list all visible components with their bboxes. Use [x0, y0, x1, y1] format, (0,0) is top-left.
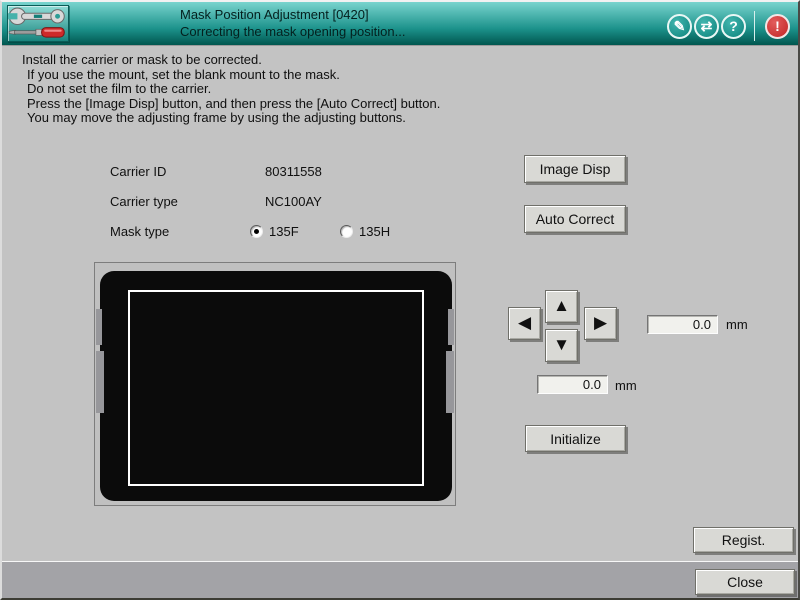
right-arrow-icon: ▶	[594, 313, 607, 333]
left-arrow-icon: ◀	[518, 313, 531, 333]
carrier-notch	[96, 309, 102, 345]
carrier-notch	[446, 351, 454, 413]
left-right-arrows-icon: ⇄	[701, 19, 713, 33]
adjust-down-button[interactable]: ▼	[545, 329, 578, 362]
carrier-notch	[96, 351, 104, 413]
image-disp-button[interactable]: Image Disp	[524, 155, 626, 183]
vertical-offset-input[interactable]	[537, 375, 608, 394]
header-buttons: ✎ ⇄ ? !	[667, 11, 790, 41]
mask-type-radio-135h[interactable]	[340, 225, 353, 238]
vertical-offset-unit: mm	[615, 378, 637, 393]
edit-button[interactable]: ✎	[667, 14, 692, 39]
carrier-id-value: 80311558	[265, 164, 322, 179]
header-divider	[754, 11, 755, 41]
mask-type-option-label: 135F	[269, 224, 299, 239]
pencil-icon: ✎	[674, 19, 686, 33]
instructions: Install the carrier or mask to be correc…	[22, 53, 440, 126]
mask-preview-panel	[94, 262, 456, 506]
carrier-notch	[448, 309, 454, 345]
screen-switch-button[interactable]: ⇄	[694, 14, 719, 39]
instruction-line: If you use the mount, set the blank moun…	[22, 68, 440, 83]
regist-button[interactable]: Regist.	[693, 527, 794, 553]
page-subtitle: Correcting the mask opening position...	[180, 24, 405, 40]
carrier-type-value: NC100AY	[265, 194, 322, 209]
question-icon: ?	[729, 19, 738, 33]
title-bar: Mask Position Adjustment [0420] Correcti…	[2, 2, 798, 46]
instruction-line: Do not set the film to the carrier.	[22, 82, 440, 97]
page-title: Mask Position Adjustment [0420]	[180, 7, 405, 23]
carrier-type-label: Carrier type	[110, 194, 178, 209]
close-button[interactable]: Close	[695, 569, 795, 595]
instruction-line: Install the carrier or mask to be correc…	[22, 53, 440, 68]
horizontal-offset-input[interactable]	[647, 315, 718, 334]
instruction-line: You may move the adjusting frame by usin…	[22, 111, 440, 126]
alert-button[interactable]: !	[765, 14, 790, 39]
title-block: Mask Position Adjustment [0420] Correcti…	[180, 7, 405, 40]
mask-type-radio-135f[interactable]	[250, 225, 263, 238]
carrier-id-label: Carrier ID	[110, 164, 166, 179]
adjust-left-button[interactable]: ◀	[508, 307, 541, 340]
initialize-button[interactable]: Initialize	[525, 425, 626, 452]
mask-type-label: Mask type	[110, 224, 169, 239]
mask-position-adjustment-window: Mask Position Adjustment [0420] Correcti…	[0, 0, 800, 600]
adjusting-frame	[128, 290, 424, 486]
help-button[interactable]: ?	[721, 14, 746, 39]
bottom-bar	[2, 561, 798, 598]
instruction-line: Press the [Image Disp] button, and then …	[22, 97, 440, 112]
up-arrow-icon: ▲	[553, 296, 570, 316]
adjust-right-button[interactable]: ▶	[584, 307, 617, 340]
horizontal-offset-unit: mm	[726, 317, 748, 332]
tools-icon	[7, 5, 69, 42]
wrench-screwdriver-icon	[8, 6, 68, 41]
auto-correct-button[interactable]: Auto Correct	[524, 205, 626, 233]
mask-type-option-label: 135H	[359, 224, 390, 239]
adjust-up-button[interactable]: ▲	[545, 290, 578, 323]
down-arrow-icon: ▼	[553, 335, 570, 355]
exclamation-icon: !	[775, 19, 780, 33]
